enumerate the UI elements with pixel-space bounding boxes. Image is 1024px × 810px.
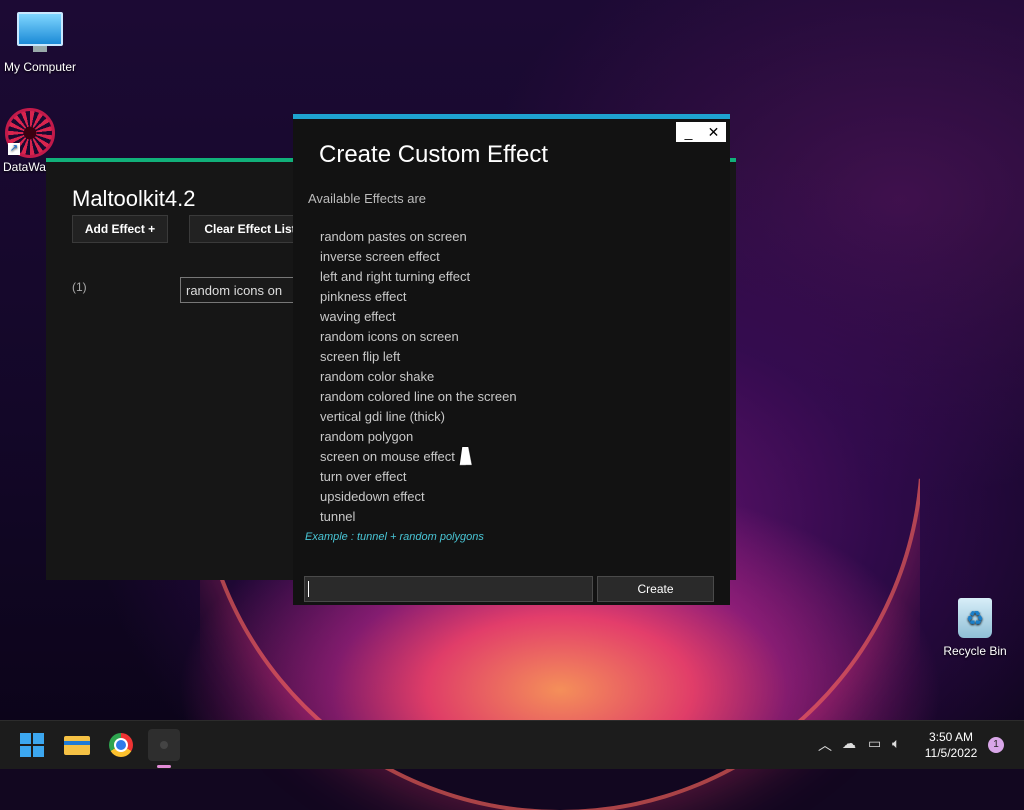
dialog-subtitle: Available Effects are xyxy=(308,191,427,206)
mandala-icon: ↗ xyxy=(5,108,55,158)
notification-badge[interactable]: 1 xyxy=(988,737,1004,753)
network-icon[interactable]: ▭ xyxy=(868,735,881,752)
clock-time: 3:50 AM xyxy=(928,730,974,744)
text-caret xyxy=(308,581,309,597)
chevron-up-icon[interactable]: ︿ xyxy=(818,735,832,755)
cloud-off-icon[interactable]: ☁ xyxy=(842,735,856,752)
create-custom-effect-dialog: _ ✕ Create Custom Effect Available Effec… xyxy=(293,114,730,605)
chrome-icon[interactable] xyxy=(105,729,137,761)
effect-list-item: tunnel xyxy=(320,509,356,524)
effect-list-item: left and right turning effect xyxy=(320,269,471,284)
effect-list-item: random colored line on the screen xyxy=(320,389,517,404)
volume-icon[interactable]: 🔈︎ xyxy=(892,735,900,752)
effect-list-item: screen on mouse effect xyxy=(320,449,455,464)
windows-logo-icon xyxy=(20,733,31,744)
effect-list-item: screen flip left xyxy=(320,349,401,364)
maltoolkit-taskbar-icon[interactable] xyxy=(148,729,180,768)
app-title: Maltoolkit4.2 xyxy=(72,186,196,211)
effect-list-item: inverse screen effect xyxy=(320,249,440,264)
desktop-icon-label: Recycle Bin xyxy=(943,644,1007,658)
computer-icon xyxy=(17,12,63,52)
windows-logo-icon xyxy=(33,733,44,744)
add-effect-button[interactable]: Add Effect + xyxy=(72,215,168,243)
effect-row-index: (1) xyxy=(72,280,87,294)
desktop-icon-recycle-bin[interactable]: ♻ Recycle Bin xyxy=(935,598,1015,658)
effect-list-item: waving effect xyxy=(320,309,396,324)
file-explorer-icon[interactable] xyxy=(61,729,93,761)
start-button[interactable] xyxy=(16,729,48,761)
effect-list-item: upsidedown effect xyxy=(320,489,425,504)
minimize-button[interactable]: _ xyxy=(676,122,701,142)
desktop-icon-my-computer[interactable]: My Computer xyxy=(0,12,80,74)
example-hint: Example : tunnel + random polygons xyxy=(305,531,484,543)
effect-list-item: random color shake xyxy=(320,369,435,384)
available-effects-list: random pastes on screen inverse screen e… xyxy=(320,227,517,527)
dialog-title: Create Custom Effect xyxy=(319,141,548,168)
window-controls: _ ✕ xyxy=(676,122,726,142)
effect-list-item: random pastes on screen xyxy=(320,229,467,244)
effect-list-item: pinkness effect xyxy=(320,289,407,304)
shortcut-arrow-icon: ↗ xyxy=(8,143,20,155)
effect-list-item: vertical gdi line (thick) xyxy=(320,409,445,424)
custom-effect-input[interactable] xyxy=(304,576,593,602)
mouse-pointer-icon xyxy=(459,447,475,465)
desktop-icon-label: My Computer xyxy=(3,60,77,74)
close-button[interactable]: ✕ xyxy=(701,122,726,142)
system-clock[interactable]: 3:50 AM 11/5/2022 xyxy=(918,729,984,761)
clock-date: 11/5/2022 xyxy=(924,746,978,760)
windows-logo-icon xyxy=(33,746,44,757)
recycle-bin-icon: ♻ xyxy=(958,598,992,638)
effect-list-item: turn over effect xyxy=(320,469,407,484)
taskbar: ︿ ☁ ▭ 🔈︎ 3:50 AM 11/5/2022 1 xyxy=(0,720,1024,769)
effect-list-item: random polygon xyxy=(320,429,414,444)
create-button[interactable]: Create xyxy=(597,576,714,602)
windows-logo-icon xyxy=(20,746,31,757)
effect-list-item: random icons on screen xyxy=(320,329,459,344)
